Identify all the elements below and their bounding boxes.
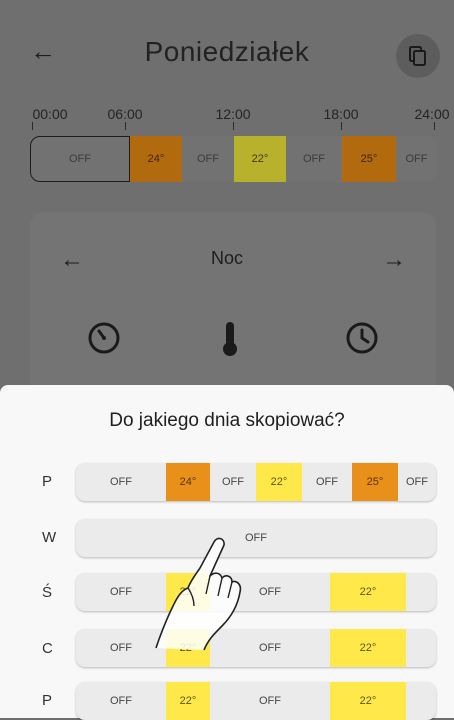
time-tick-mark: [32, 122, 33, 130]
schedule-segment[interactable]: OFF: [396, 136, 437, 182]
day-row-monday[interactable]: OFF 24° OFF 22° OFF 25° OFF: [76, 463, 436, 501]
schedule-segment[interactable]: OFF: [286, 136, 342, 182]
schedule-segment: OFF: [110, 476, 132, 488]
schedule-segment: 22°: [330, 629, 406, 667]
copy-button[interactable]: [396, 34, 440, 78]
schedule-segment: 22°: [256, 463, 302, 501]
schedule-segment[interactable]: OFF: [182, 136, 234, 182]
schedule-segment[interactable]: 22°: [234, 136, 286, 182]
time-tick-label: 00:00: [32, 106, 68, 122]
day-label: C: [42, 640, 53, 657]
schedule-segment: 25°: [352, 463, 398, 501]
time-tick-label: 12:00: [215, 106, 251, 122]
period-card: [30, 212, 436, 412]
time-tick-mark: [341, 122, 342, 130]
schedule-segment: 22°: [330, 682, 406, 720]
schedule-segment: OFF: [110, 695, 132, 707]
schedule-segment[interactable]: 25°: [342, 136, 396, 182]
thermometer-icon: [223, 322, 237, 356]
day-label: W: [42, 529, 57, 546]
copy-icon: [409, 46, 426, 66]
day-label: P: [42, 473, 53, 490]
schedule-segment: OFF: [406, 476, 428, 488]
day-row-friday[interactable]: OFF 22° OFF 22°: [76, 682, 436, 720]
schedule-segment[interactable]: 24°: [130, 136, 182, 182]
clock-icon: [346, 322, 378, 354]
time-tick-mark: [233, 122, 234, 130]
timer-icon: [88, 322, 120, 354]
schedule-segment: OFF: [316, 476, 338, 488]
schedule-segment: OFF: [222, 476, 244, 488]
schedule-segment: 22°: [330, 573, 406, 611]
schedule-segment: 22°: [166, 682, 210, 720]
sheet-title: Do jakiego dnia skopiować?: [109, 410, 345, 431]
time-tick-mark: [434, 122, 435, 130]
page-title: Poniedziałek: [144, 36, 310, 67]
time-tick-label: 18:00: [323, 106, 359, 122]
time-tick-label: 24:00: [414, 106, 450, 122]
time-tick-mark: [125, 122, 126, 130]
tap-gesture-hand-icon: [155, 537, 242, 651]
next-arrow-icon[interactable]: →: [382, 246, 406, 274]
schedule-segment: 24°: [166, 463, 210, 501]
day-label: P: [42, 692, 53, 709]
time-tick-label: 06:00: [107, 106, 143, 122]
selected-segment-outline: [30, 136, 130, 182]
day-label: Ś: [42, 584, 53, 601]
schedule-segment: OFF: [259, 695, 281, 707]
